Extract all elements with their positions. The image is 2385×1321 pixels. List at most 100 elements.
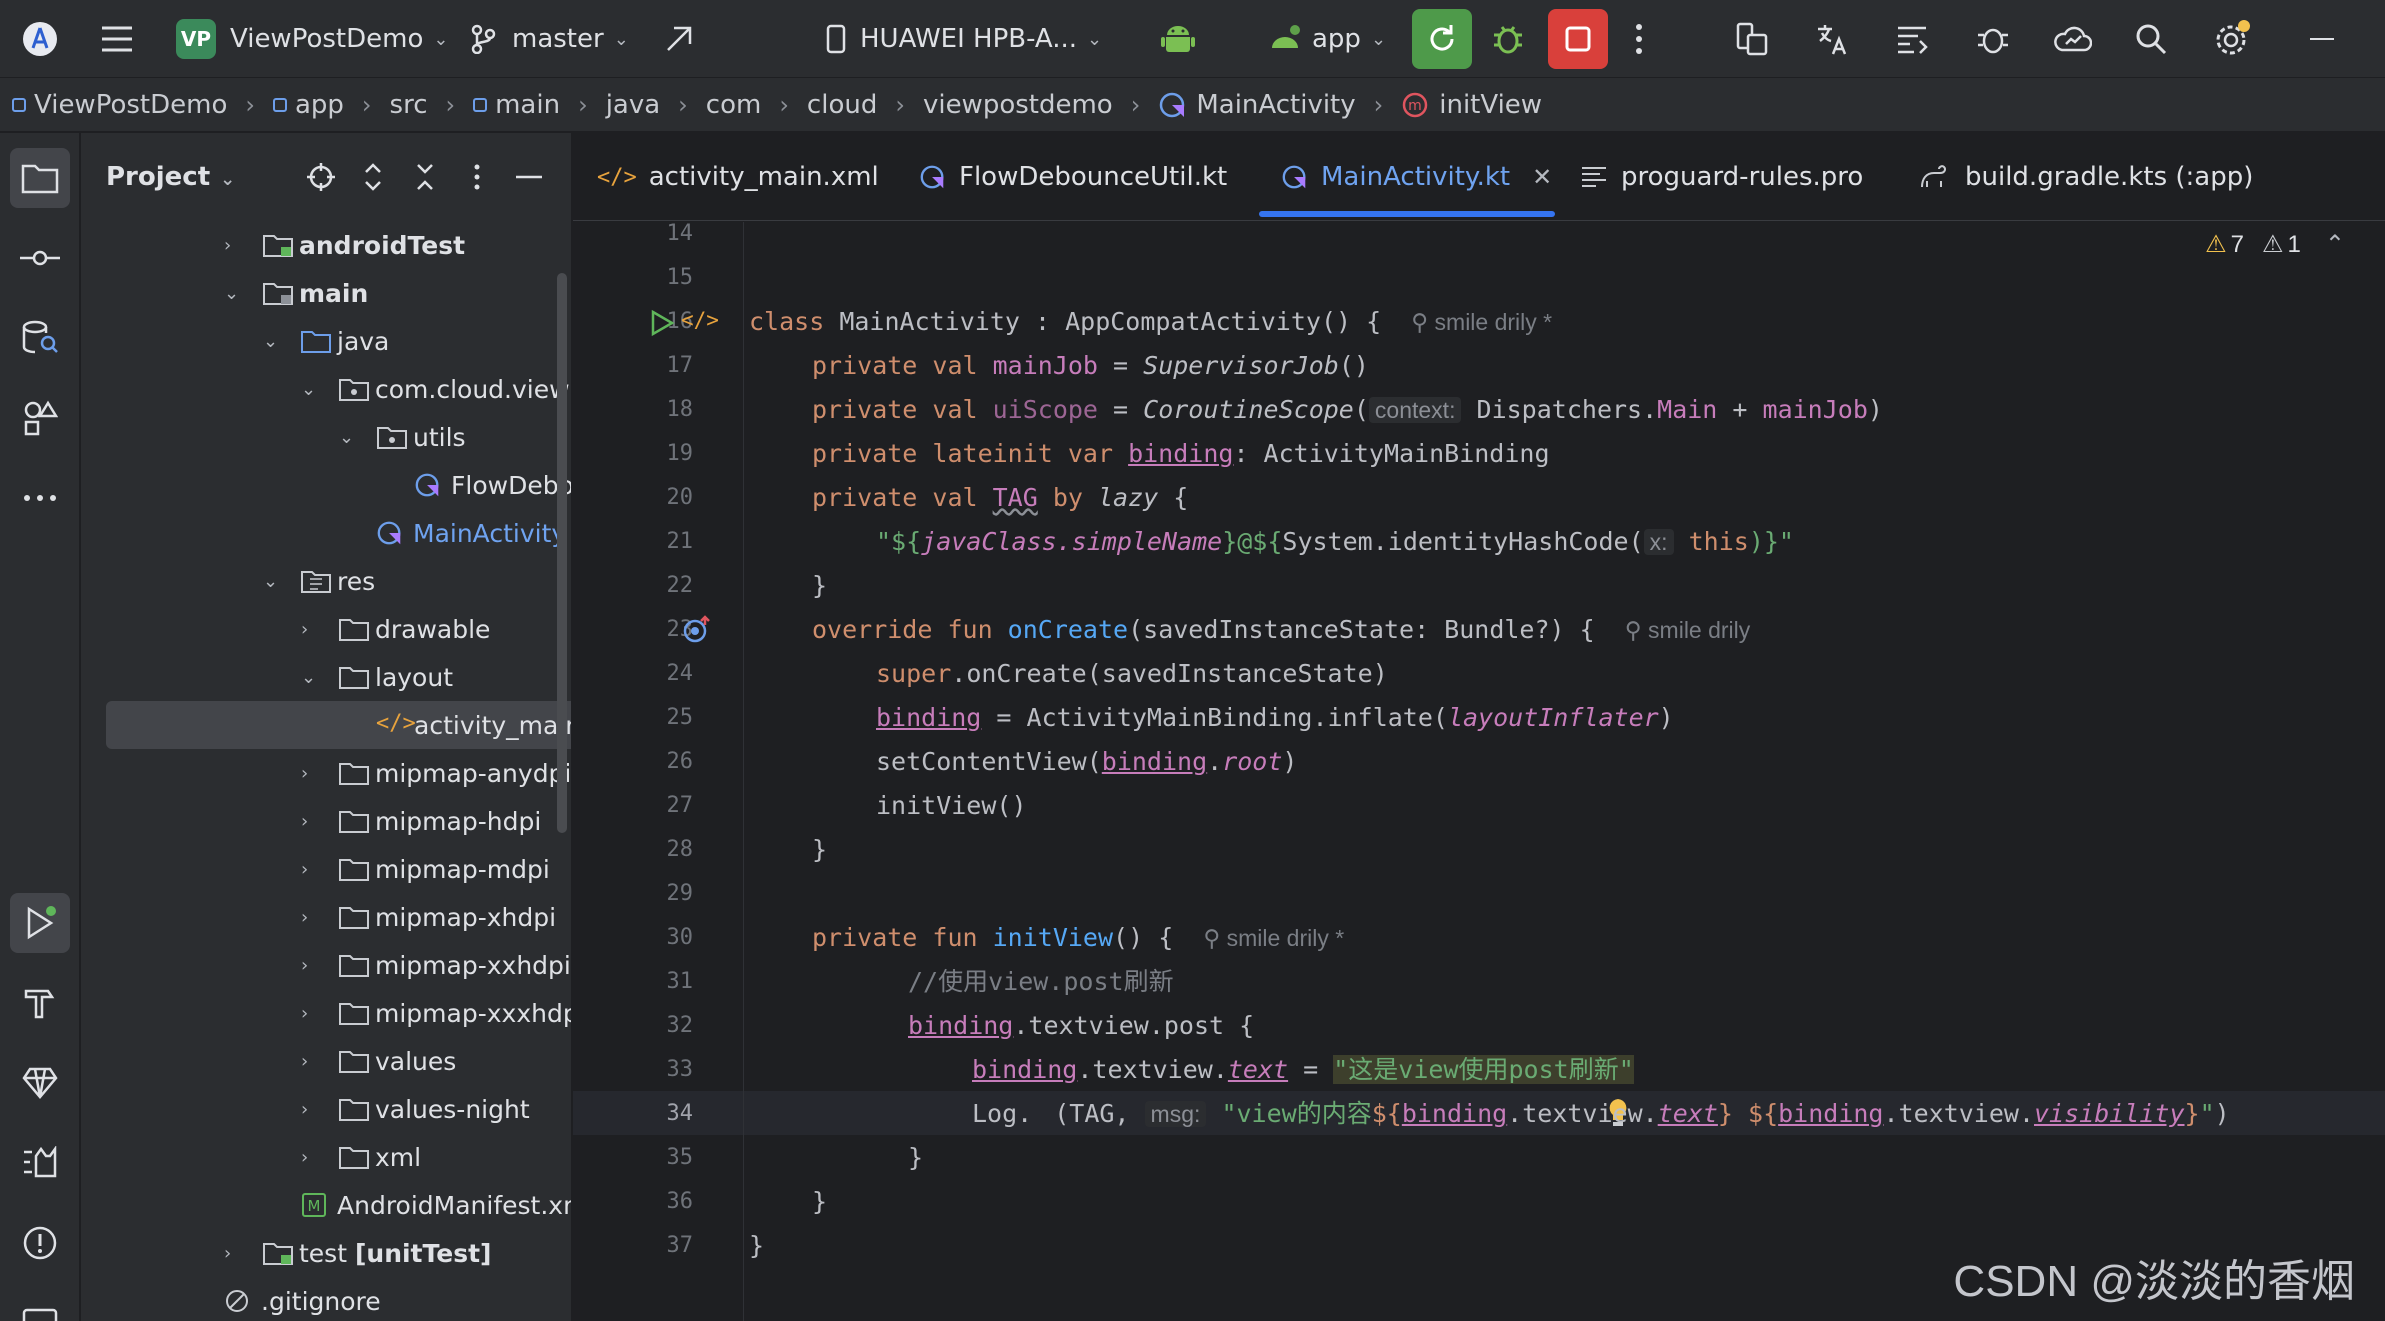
tab-activity-main-xml[interactable]: </> activity_main.xml: [597, 133, 879, 221]
minimize-icon[interactable]: [2310, 0, 2334, 78]
module-icon: [473, 97, 488, 112]
code-line-19: private lateinit var binding: ActivityMa…: [812, 439, 1550, 468]
breadcrumb-item[interactable]: viewpostdemo: [923, 90, 1113, 120]
folder-icon: [339, 955, 369, 977]
breadcrumb-item[interactable]: app: [272, 90, 344, 120]
collapse-all-icon[interactable]: [407, 159, 443, 195]
expand-all-icon[interactable]: [355, 159, 391, 195]
tree-item-mipmap-xxxhdpi[interactable]: › mipmap-xxxhdpi: [81, 989, 571, 1037]
more-actions-icon[interactable]: [1634, 0, 1644, 78]
active-tab-indicator: [1259, 211, 1555, 217]
breadcrumb-item[interactable]: MainActivity: [1158, 90, 1356, 120]
folder-icon: [339, 1147, 369, 1169]
stop-button[interactable]: [1548, 0, 1608, 78]
app-logo-icon[interactable]: [22, 0, 58, 78]
tree-item-drawable[interactable]: › drawable: [81, 605, 571, 653]
tree-item-values-night[interactable]: › values-night: [81, 1085, 571, 1133]
tree-item-values[interactable]: › values: [81, 1037, 571, 1085]
tree-item-utils[interactable]: ⌄ utils: [81, 413, 571, 461]
app-inspection-tool-button[interactable]: [10, 308, 70, 368]
build-tool-button[interactable]: [10, 973, 70, 1033]
project-tool-button[interactable]: [10, 148, 70, 208]
android-icon[interactable]: [1160, 0, 1196, 78]
tool-window-strip: [0, 133, 80, 1321]
breadcrumb-item[interactable]: main: [473, 90, 560, 120]
tree-item-main[interactable]: ⌄ main: [81, 269, 571, 317]
tab-flowdebounceutil[interactable]: FlowDebounceUtil.kt: [919, 133, 1227, 221]
problems-tool-button[interactable]: [10, 1213, 70, 1273]
tree-item-res[interactable]: ⌄ res: [81, 557, 571, 605]
svg-text:m: m: [1408, 98, 1422, 114]
code-line-25: binding = ActivityMainBinding.inflate(la…: [876, 703, 1674, 732]
project-view-selector[interactable]: Project ⌄: [106, 162, 235, 192]
close-tab-icon[interactable]: ✕: [1532, 163, 1552, 191]
run-tool-button[interactable]: [10, 893, 70, 953]
gem-icon: [22, 1067, 58, 1099]
tree-item-package[interactable]: ⌄ com.cloud.viewpostdemo: [81, 365, 571, 413]
parameter-hint: msg:: [1144, 1101, 1207, 1127]
device-selector[interactable]: HUAWEI HPB-A... ⌄: [826, 0, 1102, 78]
commit-tool-button[interactable]: [10, 228, 70, 288]
cloud-icon[interactable]: [2052, 0, 2092, 78]
folder-icon: [339, 1003, 369, 1025]
device-manager-icon[interactable]: [1734, 0, 1770, 78]
tree-item-activity-main-xml[interactable]: </> activity_main.xml: [106, 701, 571, 749]
author-hint: ⚲ smile drily: [1624, 617, 1751, 643]
tree-item-flowdebounceutil[interactable]: FlowDebounceUtil: [81, 461, 571, 509]
tab-proguard-rules[interactable]: proguard-rules.pro: [1581, 133, 1863, 221]
folder-icon: [339, 1099, 369, 1121]
tab-mainactivity[interactable]: MainActivity.kt ✕: [1281, 133, 1552, 221]
code-editor[interactable]: 14 15 16 17 18 19 20 21 22 23 24 25 26 27 28 29 30 31 32 33…: [573, 221, 2385, 1321]
breadcrumb-item[interactable]: ViewPostDemo: [12, 90, 227, 120]
resource-manager-tool-button[interactable]: [10, 388, 70, 448]
breadcrumb-item[interactable]: cloud: [807, 90, 877, 120]
tree-item-android-manifest[interactable]: M AndroidManifest.xml: [81, 1181, 571, 1229]
terminal-tool-button[interactable]: [10, 1293, 70, 1321]
apply-changes-button[interactable]: [1412, 0, 1472, 78]
main-menu-icon[interactable]: [100, 0, 134, 78]
tree-item-mipmap-mdpi[interactable]: › mipmap-mdpi: [81, 845, 571, 893]
translate-icon[interactable]: [1814, 0, 1850, 78]
tree-item-mainactivity[interactable]: MainActivity: [81, 509, 571, 557]
tree-item-androidtest[interactable]: › androidTest: [81, 221, 571, 269]
breadcrumb-item[interactable]: m initView: [1401, 90, 1542, 120]
breadcrumb-item[interactable]: java: [606, 90, 660, 120]
tree-item-java[interactable]: ⌄ java: [81, 317, 571, 365]
tree-item-xml[interactable]: › xml: [81, 1133, 571, 1181]
tree-item-gitignore[interactable]: .gitignore: [81, 1277, 571, 1321]
hide-panel-icon[interactable]: [511, 159, 547, 195]
code-line-33: binding.textview.text = "这是view使用post刷新": [972, 1055, 1634, 1084]
branch-selector[interactable]: master ⌄: [470, 0, 629, 78]
tree-item-mipmap-anydpi[interactable]: › mipmap-anydpi-v26: [81, 749, 571, 797]
folder-icon: [301, 331, 331, 353]
breadcrumb-item[interactable]: src: [390, 90, 428, 120]
gemini-tool-button[interactable]: [10, 1053, 70, 1113]
branch-name: master: [512, 24, 604, 54]
profiler-icon[interactable]: [1974, 0, 2012, 78]
logcat-tool-button[interactable]: [10, 1133, 70, 1193]
layout-inspector-icon[interactable]: [1894, 0, 1930, 78]
debug-button[interactable]: [1490, 0, 1526, 78]
test-folder-icon: [263, 1243, 293, 1265]
open-arrow-icon[interactable]: [664, 0, 694, 78]
settings-gear-icon[interactable]: [2212, 0, 2252, 78]
tree-item-mipmap-xhdpi[interactable]: › mipmap-xhdpi: [81, 893, 571, 941]
code-line-31: //使用view.post刷新: [908, 967, 1174, 996]
run-config-selector[interactable]: app ⌄: [1268, 0, 1386, 78]
tree-item-layout[interactable]: ⌄ layout: [81, 653, 571, 701]
folder-icon: [339, 859, 369, 881]
chevron-right-icon: ›: [1373, 90, 1384, 119]
code-area[interactable]: class MainActivity : AppCompatActivity()…: [573, 222, 2385, 1321]
tree-item-mipmap-xxhdpi[interactable]: › mipmap-xxhdpi: [81, 941, 571, 989]
commit-icon: [20, 250, 60, 266]
more-tool-windows-icon[interactable]: [10, 468, 70, 528]
project-scrollbar[interactable]: [557, 273, 567, 833]
breadcrumb-item[interactable]: com: [706, 90, 762, 120]
tab-build-gradle[interactable]: build.gradle.kts (:app): [1919, 133, 2253, 221]
project-selector[interactable]: VP ViewPostDemo ⌄: [176, 0, 448, 78]
options-icon[interactable]: [459, 159, 495, 195]
tree-item-test[interactable]: › test [unitTest]: [81, 1229, 571, 1277]
tree-item-mipmap-hdpi[interactable]: › mipmap-hdpi: [81, 797, 571, 845]
locate-file-icon[interactable]: [303, 159, 339, 195]
search-icon[interactable]: [2134, 0, 2168, 78]
